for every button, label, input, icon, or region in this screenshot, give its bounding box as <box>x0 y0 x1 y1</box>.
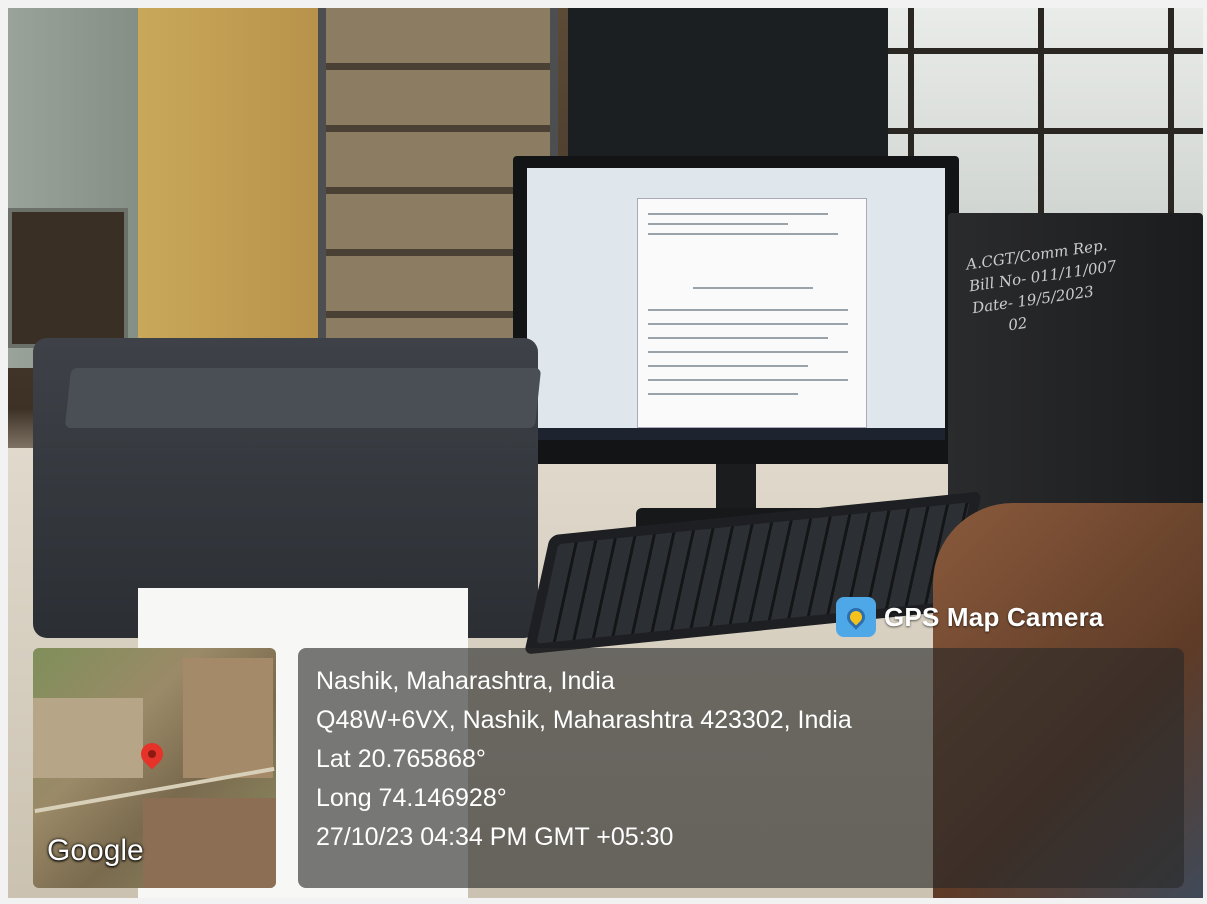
yellow-wall <box>138 8 318 338</box>
brand-label: GPS Map Camera <box>884 601 1104 632</box>
monitor-screen <box>527 168 945 440</box>
timestamp: 27/10/23 04:34 PM GMT +05:30 <box>316 823 674 851</box>
document-page <box>637 198 867 428</box>
google-logo: Google <box>47 834 144 867</box>
location-info-panel: Nashik, Maharashtra, India Q48W+6VX, Nas… <box>298 648 1184 888</box>
longitude: Long 74.146928° <box>316 784 507 812</box>
place-name: Nashik, Maharashtra, India <box>316 667 615 695</box>
cpu-tower: A.CGT/Comm Rep. Bill No- 011/11/007 Date- … <box>948 213 1203 533</box>
handwritten-note: A.CGT/Comm Rep. Bill No- 011/11/007 Date- … <box>964 235 1118 339</box>
printer-tray <box>64 368 542 428</box>
address: Q48W+6VX, Nashik, Maharashtra 423302, In… <box>316 706 852 734</box>
map-thumbnail: Google <box>33 648 276 888</box>
taskbar <box>527 428 945 440</box>
latitude: Lat 20.765868° <box>316 745 486 773</box>
gps-map-camera-icon <box>836 597 876 637</box>
cabinet <box>8 208 128 348</box>
monitor-stand <box>716 464 756 514</box>
brand-watermark: GPS Map Camera <box>836 594 1104 640</box>
dark-window <box>568 8 888 178</box>
monitor <box>513 156 959 464</box>
